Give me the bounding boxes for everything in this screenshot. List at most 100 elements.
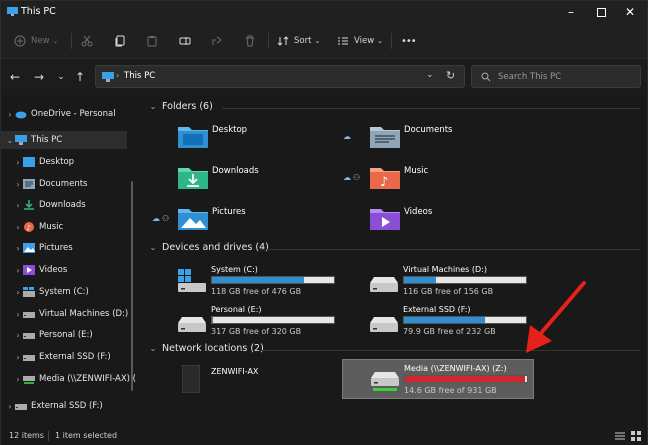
drive-personal-e[interactable]: Personal (E:) 317 GB free of 320 GB: [150, 301, 342, 341]
sidebar-item-downloads[interactable]: › Downloads: [13, 196, 138, 214]
sidebar-item-personal-e[interactable]: › Personal (E:): [13, 326, 138, 344]
folder-label: Videos: [404, 207, 433, 217]
desktop-folder-icon: [178, 127, 208, 148]
chevron-right-icon[interactable]: ›: [13, 375, 23, 384]
sidebar-item-external-ssd-f[interactable]: › External SSD (F:): [13, 348, 138, 366]
folder-label: Documents: [404, 125, 453, 135]
sidebar-item-this-pc[interactable]: ⌄ This PC: [1, 131, 127, 149]
sidebar-item-pictures[interactable]: › Pictures: [13, 239, 138, 257]
copy-button[interactable]: [114, 32, 126, 50]
address-dropdown-icon[interactable]: ⌄: [426, 70, 434, 80]
chevron-right-icon[interactable]: ›: [13, 310, 23, 319]
share-icon: [212, 36, 222, 45]
folder-pictures[interactable]: Pictures: [154, 201, 339, 241]
chevron-right-icon[interactable]: ›: [13, 288, 23, 297]
drives-section-header[interactable]: ⌄ Devices and drives (4): [148, 242, 269, 253]
sidebar-item-onedrive[interactable]: › OneDrive - Personal: [5, 105, 131, 123]
rename-button[interactable]: [179, 32, 191, 50]
more-options-button[interactable]: •••: [401, 32, 417, 50]
drive-usage-fill: [404, 317, 485, 323]
chevron-right-icon[interactable]: ›: [13, 244, 23, 253]
drive-usage-fill: [405, 376, 525, 382]
network-drive-icon: [371, 372, 399, 391]
sidebar-item-label: Pictures: [39, 243, 73, 253]
selection-count: 1 item selected: [55, 431, 118, 440]
tiles-view-icon[interactable]: [631, 431, 641, 441]
folders-section-header[interactable]: ⌄ Folders (6): [148, 101, 213, 112]
search-box[interactable]: [471, 65, 641, 88]
chevron-right-icon[interactable]: ›: [13, 331, 23, 340]
folder-documents[interactable]: Documents: [346, 119, 531, 159]
sidebar-item-videos[interactable]: › Videos: [13, 261, 138, 279]
details-view-icon[interactable]: [615, 431, 625, 441]
folder-videos[interactable]: Videos: [346, 201, 531, 241]
sidebar-item-virtual-machines-d[interactable]: › Virtual Machines (D:): [13, 305, 138, 323]
desktop-icon: [23, 157, 35, 167]
drive-external-ssd-f[interactable]: External SSD (F:) 79.9 GB free of 232 GB: [342, 301, 534, 341]
address-bar[interactable]: › This PC ⌄ ↻: [95, 65, 465, 88]
drive-usage-bar: [211, 276, 335, 284]
sidebar-item-desktop[interactable]: › Desktop: [13, 153, 138, 171]
sidebar-item-label: Virtual Machines (D:): [39, 309, 129, 319]
chevron-right-icon[interactable]: ›: [13, 158, 23, 167]
drive-usage-fill: [212, 317, 214, 323]
back-button[interactable]: ←: [7, 69, 23, 85]
sidebar-item-music[interactable]: › ♪ Music: [13, 218, 138, 236]
new-button[interactable]: New ⌄: [14, 32, 58, 50]
chevron-right-icon[interactable]: ›: [13, 223, 23, 232]
view-button[interactable]: View ⌄: [337, 32, 383, 50]
up-button[interactable]: ↑: [72, 69, 88, 85]
chevron-right-icon[interactable]: ›: [13, 266, 23, 275]
window-title: This PC: [21, 6, 56, 17]
rename-icon: [179, 37, 191, 45]
chevron-right-icon[interactable]: ›: [5, 402, 15, 411]
cut-button[interactable]: [81, 32, 93, 50]
close-button[interactable]: ✕: [615, 1, 645, 23]
forward-button[interactable]: →: [31, 69, 47, 85]
delete-button[interactable]: [244, 32, 256, 50]
network-section-header[interactable]: ⌄ Network locations (2): [148, 343, 264, 354]
sidebar-item-external-ssd-f-root[interactable]: › External SSD (F:): [5, 397, 131, 415]
address-path[interactable]: This PC: [124, 71, 155, 81]
folder-downloads[interactable]: Downloads: [154, 160, 339, 200]
sidebar-item-label: Media (\\ZENWIFI-AX) (: [39, 374, 136, 384]
share-button[interactable]: [211, 32, 223, 50]
paste-button[interactable]: [146, 32, 158, 50]
recent-locations-button[interactable]: ⌄: [53, 69, 69, 85]
sidebar-scrollbar[interactable]: [131, 181, 133, 391]
arrow-up-icon: ↑: [74, 70, 86, 84]
network-drive-media-z[interactable]: Media (\\ZENWIFI-AX) (Z:) 14.6 GB free o…: [342, 359, 534, 399]
drive-virtual-machines-d[interactable]: Virtual Machines (D:) 116 GB free of 156…: [342, 261, 534, 301]
sidebar-item-documents[interactable]: › Documents: [13, 175, 138, 193]
folder-music[interactable]: ♪ Music: [346, 160, 531, 200]
sidebar-item-system-c[interactable]: › System (C:): [13, 283, 138, 301]
hard-drive-icon: [23, 333, 35, 339]
view-label: View: [354, 36, 375, 46]
sort-icon: [277, 36, 289, 46]
toolbar-divider: [71, 33, 72, 49]
chevron-right-icon[interactable]: ›: [13, 353, 23, 362]
view-icon: [338, 37, 348, 45]
network-device-zenwifi-ax[interactable]: ZENWIFI-AX: [150, 361, 342, 401]
sidebar-item-media-z[interactable]: › Media (\\ZENWIFI-AX) (: [13, 370, 138, 388]
folder-desktop[interactable]: Desktop: [154, 119, 339, 159]
drive-system-c[interactable]: System (C:) 118 GB free of 476 GB: [150, 261, 342, 301]
sidebar-item-label: Desktop: [39, 157, 75, 167]
refresh-icon[interactable]: ↻: [446, 69, 455, 82]
maximize-button[interactable]: [586, 1, 616, 23]
hard-drive-icon: [23, 312, 35, 318]
copy-icon: [115, 35, 125, 47]
chevron-right-icon[interactable]: ›: [13, 201, 23, 210]
chevron-down-icon: ⌄: [314, 37, 321, 45]
chevron-down-icon[interactable]: ⌄: [5, 136, 15, 145]
search-input[interactable]: [498, 69, 638, 84]
minimize-button[interactable]: –: [556, 1, 586, 23]
chevron-right-icon[interactable]: ›: [13, 180, 23, 189]
chevron-right-icon[interactable]: ›: [5, 110, 15, 119]
section-divider: [222, 108, 640, 109]
folder-label: Music: [404, 166, 429, 176]
navigation-pane: › OneDrive - Personal ⌄ This PC › Deskto…: [1, 95, 138, 427]
sidebar-item-label: This PC: [31, 135, 63, 145]
sort-button[interactable]: Sort ⌄: [277, 32, 320, 50]
folder-label: Desktop: [212, 125, 248, 135]
